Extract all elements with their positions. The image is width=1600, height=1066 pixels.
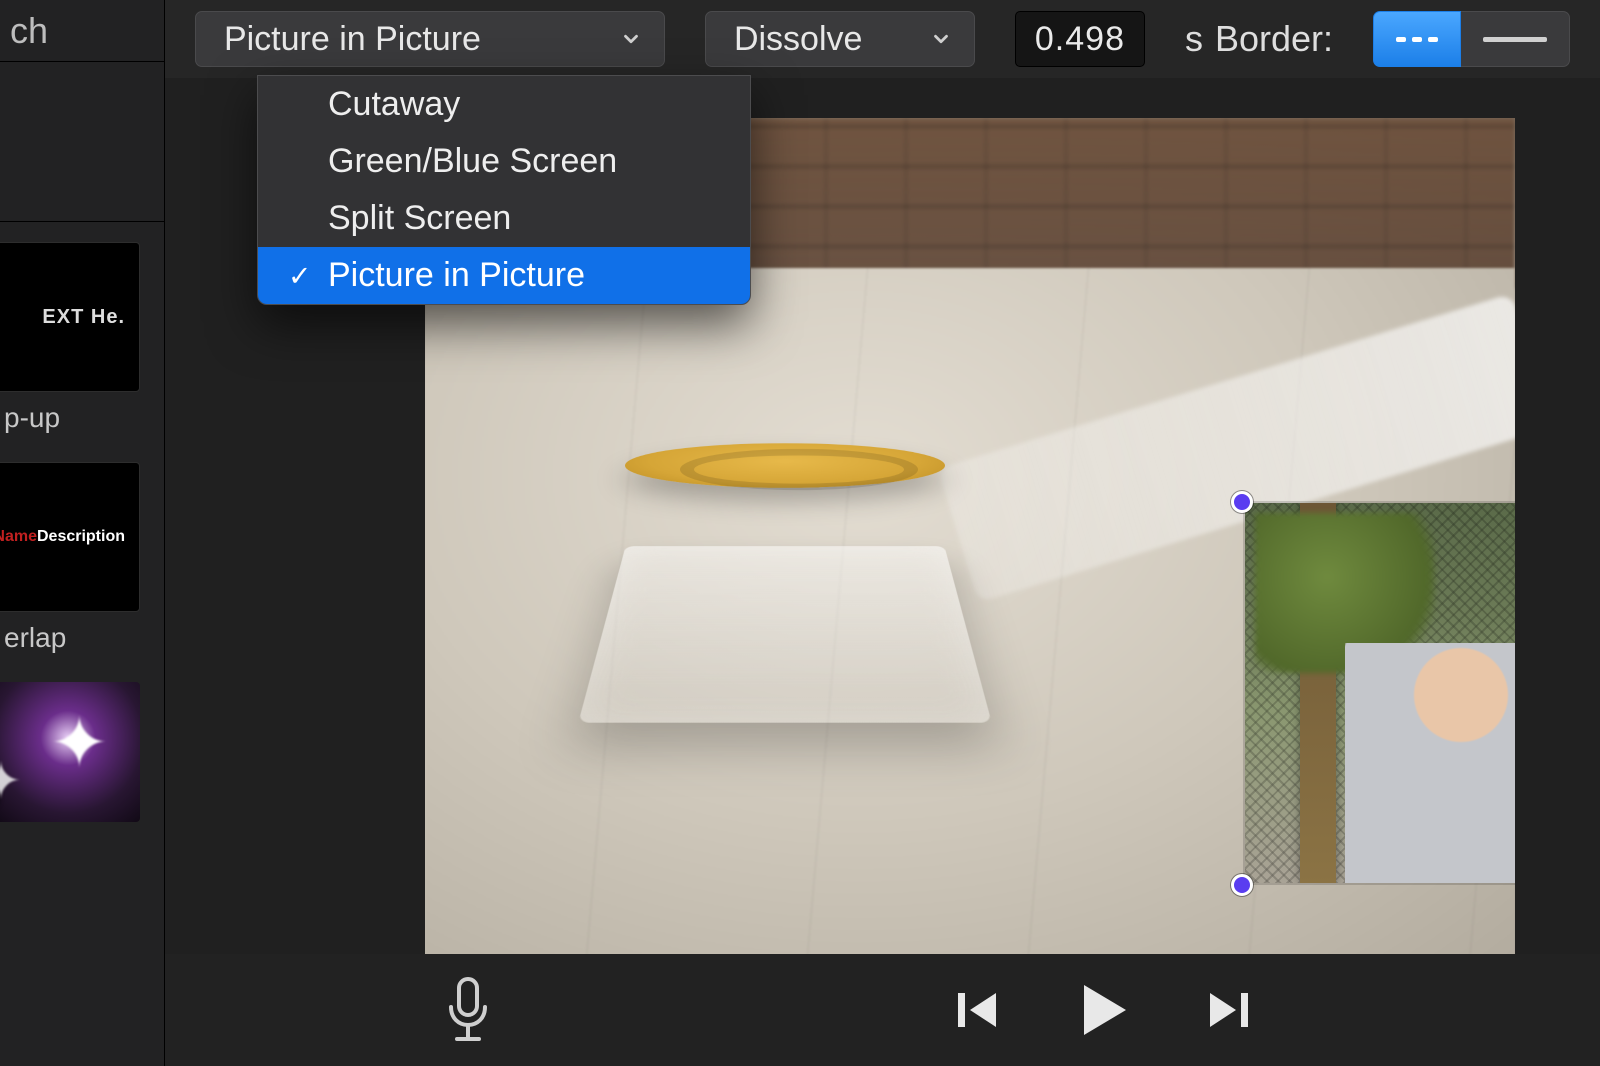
- title-thumbnail[interactable]: EXT He.: [0, 242, 140, 392]
- dashes-icon: [1396, 37, 1438, 42]
- titles-sidebar: ch EXT He. p-up Name Description erlap T…: [0, 0, 165, 1066]
- sidebar-divider: [0, 62, 164, 222]
- menu-item-label: Cutaway: [328, 85, 460, 124]
- border-line-button[interactable]: [1461, 11, 1570, 67]
- transition-value: Dissolve: [734, 20, 862, 59]
- menu-item-green-blue-screen[interactable]: Green/Blue Screen: [258, 133, 750, 190]
- transition-select[interactable]: Dissolve: [705, 11, 975, 67]
- menu-item-label: Green/Blue Screen: [328, 142, 617, 181]
- overlay-mode-select[interactable]: Picture in Picture: [195, 11, 665, 67]
- search-text: ch: [10, 10, 48, 52]
- voiceover-mic-button[interactable]: [445, 977, 491, 1043]
- overlay-mode-value: Picture in Picture: [224, 20, 481, 59]
- thumbnail-text: Name Description: [0, 528, 125, 546]
- pip-person: [1345, 643, 1515, 883]
- solid-line-icon: [1483, 37, 1547, 42]
- preview-stand: [578, 546, 991, 723]
- chevron-down-icon: [620, 28, 642, 50]
- duration-unit-and-border-label: s Border:: [1185, 18, 1333, 60]
- pip-resize-handle[interactable]: [1231, 874, 1253, 896]
- check-icon: ✓: [288, 259, 311, 292]
- menu-item-picture-in-picture[interactable]: ✓ Picture in Picture: [258, 247, 750, 304]
- menu-item-cutaway[interactable]: Cutaway: [258, 76, 750, 133]
- title-thumbnail[interactable]: TU: [0, 682, 140, 822]
- title-label: erlap: [0, 622, 164, 654]
- play-button[interactable]: [1072, 979, 1134, 1041]
- next-button[interactable]: [1204, 985, 1254, 1035]
- menu-item-split-screen[interactable]: Split Screen: [258, 190, 750, 247]
- title-thumbnail[interactable]: Name Description: [0, 462, 140, 612]
- search-field[interactable]: ch: [0, 0, 164, 62]
- chevron-down-icon: [930, 28, 952, 50]
- border-none-button[interactable]: [1373, 11, 1461, 67]
- duration-value: 0.498: [1035, 20, 1125, 59]
- title-label: p-up: [0, 402, 164, 434]
- title-list: EXT He. p-up Name Description erlap TU: [0, 222, 164, 1066]
- pip-overlay[interactable]: [1245, 503, 1515, 883]
- app-root: ch EXT He. p-up Name Description erlap T…: [0, 0, 1600, 1066]
- playback-bar: [165, 954, 1600, 1066]
- menu-item-label: Picture in Picture: [328, 256, 585, 295]
- preview-disc: [625, 443, 945, 488]
- thumbnail-text: EXT He.: [42, 306, 125, 329]
- previous-button[interactable]: [952, 985, 1002, 1035]
- menu-item-label: Split Screen: [328, 199, 511, 238]
- pip-resize-handle[interactable]: [1231, 491, 1253, 513]
- border-style-segmented: [1373, 11, 1570, 67]
- overlay-toolbar: Picture in Picture Dissolve 0.498 s Bord…: [165, 0, 1600, 78]
- overlay-mode-dropdown: Cutaway Green/Blue Screen Split Screen ✓…: [257, 75, 751, 305]
- playback-controls: [952, 979, 1254, 1041]
- border-label: Border:: [1215, 18, 1333, 60]
- duration-unit: s: [1185, 18, 1203, 60]
- duration-field[interactable]: 0.498: [1015, 11, 1145, 67]
